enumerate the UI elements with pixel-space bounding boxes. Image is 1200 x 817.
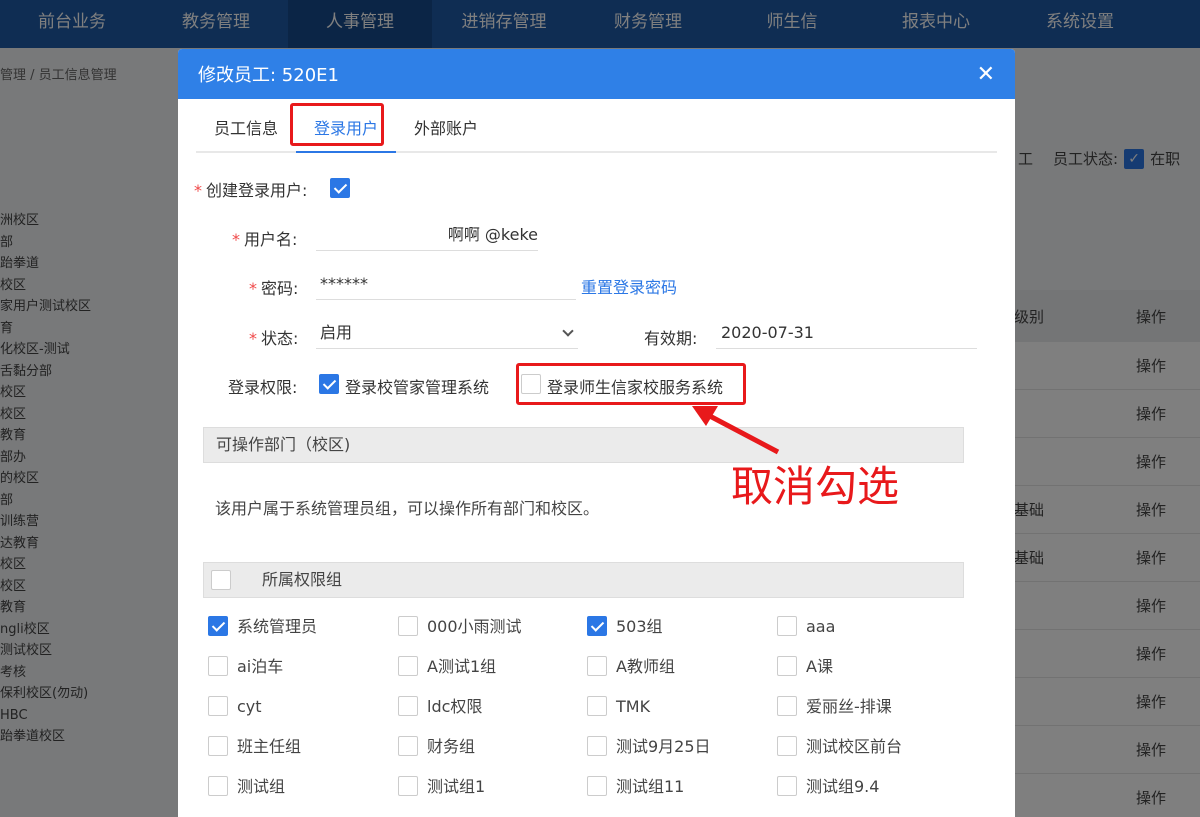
dept-description: 该用户属于系统管理员组，可以操作所有部门和校区。 bbox=[215, 499, 600, 518]
required-mark: * bbox=[249, 329, 257, 348]
required-mark: * bbox=[232, 230, 240, 249]
permission-group-label: 系统管理员 bbox=[237, 617, 318, 636]
permission-group-label: 班主任组 bbox=[237, 737, 302, 756]
permission-group-checkbox[interactable] bbox=[398, 656, 418, 676]
permission-group-label: A课 bbox=[806, 657, 833, 676]
tab-external-account[interactable]: 外部账户 bbox=[396, 107, 496, 151]
permission-group-checkbox[interactable] bbox=[777, 696, 797, 716]
permission-group-checkbox[interactable] bbox=[208, 696, 228, 716]
permission-group-label: 测试组11 bbox=[616, 777, 685, 796]
required-mark: * bbox=[249, 279, 257, 298]
permission-group-label: ldc权限 bbox=[427, 697, 483, 716]
permission-group-checkbox[interactable] bbox=[208, 656, 228, 676]
permission-group-checkbox[interactable] bbox=[398, 696, 418, 716]
create-user-label-wrap: * 创建登录用户: bbox=[194, 177, 307, 201]
permission-group-checkbox[interactable] bbox=[777, 776, 797, 796]
permission-group-checkbox[interactable] bbox=[777, 736, 797, 756]
create-user-checkbox[interactable] bbox=[330, 178, 350, 198]
permission-group-checkbox[interactable] bbox=[587, 616, 607, 636]
create-user-label: 创建登录用户: bbox=[206, 181, 308, 200]
permission-group-checkbox[interactable] bbox=[398, 616, 418, 636]
permission-group-label: aaa bbox=[806, 617, 836, 636]
permission-group-label: 测试校区前台 bbox=[806, 737, 903, 756]
username-label-wrap: * 用户名: bbox=[232, 226, 297, 250]
edit-employee-modal: 修改员工: 520E1 ✕ 员工信息 登录用户 外部账户 * 创建登录用户: * 用… bbox=[178, 49, 1015, 817]
perm-admin-label: 登录校管家管理系统 bbox=[345, 378, 490, 397]
permission-group-checkbox[interactable] bbox=[587, 696, 607, 716]
permission-group-label: A教师组 bbox=[616, 657, 675, 676]
password-label: 密码: bbox=[261, 279, 299, 298]
status-label-wrap: * 状态: bbox=[249, 325, 298, 349]
permission-label: 登录权限: bbox=[228, 378, 298, 397]
permission-group-label: 测试组9.4 bbox=[806, 777, 880, 796]
select-all-groups-checkbox[interactable] bbox=[211, 570, 231, 590]
perm-admin-checkbox[interactable] bbox=[319, 374, 339, 394]
status-select-value: 启用 bbox=[320, 323, 353, 342]
chevron-down-icon bbox=[562, 325, 574, 337]
permission-group-label: TMK bbox=[616, 697, 651, 716]
permission-group-checkbox[interactable] bbox=[777, 616, 797, 636]
modal-header: 修改员工: 520E1 ✕ bbox=[178, 49, 1015, 99]
reset-password-link[interactable]: 重置登录密码 bbox=[581, 274, 677, 298]
required-mark: * bbox=[194, 181, 202, 200]
highlight-login-tab bbox=[290, 103, 384, 146]
permission-group-label: 503组 bbox=[616, 617, 663, 636]
permission-group-label: A测试1组 bbox=[427, 657, 497, 676]
close-icon[interactable]: ✕ bbox=[977, 62, 995, 87]
permission-group-label: ai泊车 bbox=[237, 657, 284, 676]
expiry-input[interactable]: 2020-07-31 bbox=[716, 319, 977, 349]
password-label-wrap: * 密码: bbox=[249, 275, 298, 299]
permission-group-checkbox[interactable] bbox=[587, 736, 607, 756]
permission-group-label: 测试组 bbox=[237, 777, 286, 796]
permission-group-label: 测试9月25日 bbox=[616, 737, 711, 756]
group-section-header: 所属权限组 bbox=[203, 562, 964, 598]
username-input[interactable]: 啊啊 @keke bbox=[316, 221, 538, 251]
password-input[interactable]: ****** bbox=[316, 270, 576, 300]
permission-group-checkbox[interactable] bbox=[208, 776, 228, 796]
permission-group-checkbox[interactable] bbox=[398, 776, 418, 796]
expiry-label: 有效期: bbox=[644, 329, 698, 348]
permission-group-checkbox[interactable] bbox=[208, 736, 228, 756]
permission-group-label: 财务组 bbox=[427, 737, 476, 756]
permission-group-checkbox[interactable] bbox=[398, 736, 418, 756]
permission-group-checkbox[interactable] bbox=[777, 656, 797, 676]
permission-group-label: 测试组1 bbox=[427, 777, 486, 796]
username-label: 用户名: bbox=[244, 230, 298, 249]
permission-group-checkbox[interactable] bbox=[587, 656, 607, 676]
permission-group-checkbox[interactable] bbox=[208, 616, 228, 636]
status-select[interactable]: 启用 bbox=[316, 319, 578, 349]
permission-group-label: 000小雨测试 bbox=[427, 617, 522, 636]
annotation-text: 取消勾选 bbox=[731, 462, 900, 511]
permission-group-label: 爱丽丝-排课 bbox=[806, 697, 892, 716]
permission-group-label: cyt bbox=[237, 697, 262, 716]
highlight-family-permission bbox=[516, 363, 746, 405]
tab-employee-info[interactable]: 员工信息 bbox=[196, 107, 296, 151]
permission-group-checkbox[interactable] bbox=[587, 776, 607, 796]
modal-title: 修改员工: 520E1 bbox=[198, 65, 339, 86]
status-label: 状态: bbox=[261, 329, 299, 348]
